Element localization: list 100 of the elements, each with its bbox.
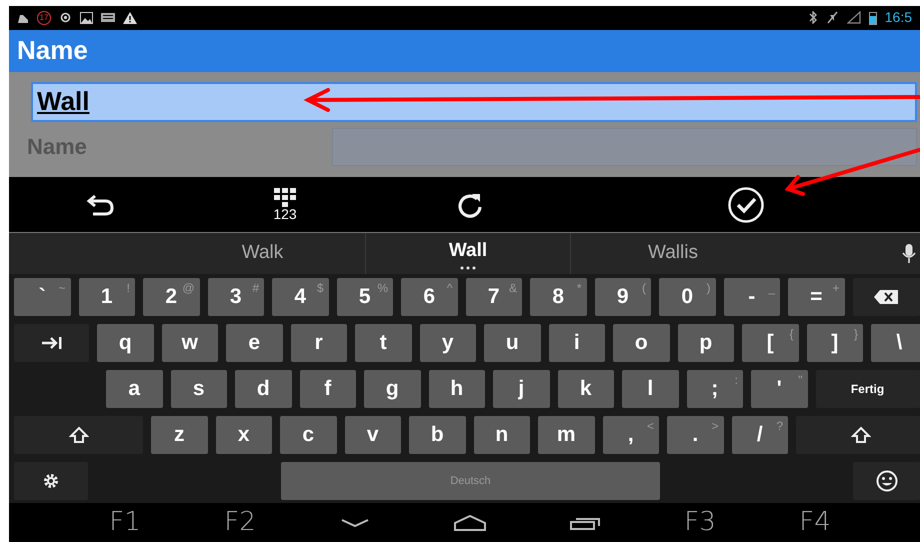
key-hint: (: [642, 280, 646, 298]
key-hint: *: [576, 280, 582, 298]
key[interactable]: , <: [602, 416, 659, 454]
key[interactable]: 9 (: [594, 278, 651, 316]
key[interactable]: r: [290, 324, 347, 362]
key[interactable]: h: [428, 370, 485, 408]
more-dots-icon[interactable]: [459, 266, 477, 270]
emoji-key[interactable]: [853, 462, 920, 500]
key-hint: %: [377, 280, 388, 298]
key[interactable]: z: [151, 416, 208, 454]
key[interactable]: p: [678, 324, 734, 362]
key-hint: >: [711, 418, 718, 436]
signal-icon: [846, 11, 861, 24]
backspace-icon: [873, 289, 899, 306]
suggestion-item[interactable]: Wallis: [648, 239, 698, 268]
key[interactable]: \: [871, 324, 920, 362]
key[interactable]: 2 @: [143, 278, 200, 316]
key-hint: _: [768, 280, 775, 298]
key[interactable]: 1 !: [78, 278, 135, 316]
function-key[interactable]: F4: [785, 503, 845, 542]
clock-time: 16:5: [884, 8, 912, 28]
key-hint: +: [832, 280, 840, 298]
key[interactable]: 3 #: [208, 278, 264, 316]
key[interactable]: d: [235, 370, 292, 408]
key-hint: <: [646, 418, 654, 436]
key[interactable]: m: [538, 416, 594, 454]
undo-icon[interactable]: [85, 192, 115, 217]
key[interactable]: y: [420, 324, 476, 362]
key[interactable]: k: [558, 370, 614, 408]
key[interactable]: . >: [667, 416, 724, 454]
recents-icon[interactable]: [570, 516, 600, 530]
key[interactable]: ] }: [806, 324, 863, 362]
key-hint: @: [182, 280, 194, 298]
key-hint: &: [508, 280, 517, 298]
shift-key[interactable]: [796, 416, 920, 454]
key-hint: #: [252, 280, 259, 298]
screen-title: Name: [17, 34, 88, 68]
key[interactable]: e: [226, 324, 282, 362]
key[interactable]: ; :: [686, 370, 743, 408]
key[interactable]: 0 ): [659, 278, 716, 316]
key[interactable]: 6 ^: [401, 278, 458, 316]
numpad-button[interactable]: 123: [255, 180, 315, 230]
key[interactable]: t: [355, 324, 412, 362]
input-field[interactable]: [332, 128, 917, 166]
done-key[interactable]: Fertig: [816, 370, 920, 408]
check-icon[interactable]: [727, 186, 765, 224]
key-hint: {: [789, 326, 794, 344]
key[interactable]: u: [484, 324, 540, 362]
key-hint: ?: [776, 418, 783, 436]
key-hint: ~: [58, 280, 66, 298]
suggestion-item[interactable]: Walk: [242, 239, 284, 268]
key[interactable]: ' ": [751, 370, 808, 408]
key[interactable]: v: [344, 416, 401, 454]
key[interactable]: g: [364, 370, 420, 408]
suggestion-item[interactable]: Wall: [448, 237, 488, 266]
gear-icon: [42, 472, 60, 490]
key[interactable]: x: [216, 416, 272, 454]
key[interactable]: ` ~: [14, 278, 70, 316]
key-hint: }: [854, 326, 858, 344]
key[interactable]: 8 *: [530, 278, 586, 316]
bluetooth-icon: [808, 11, 818, 24]
key[interactable]: w: [162, 324, 218, 362]
settings-key[interactable]: [14, 462, 88, 500]
key[interactable]: [ {: [742, 324, 798, 362]
key[interactable]: l: [622, 370, 678, 408]
key[interactable]: f: [300, 370, 356, 408]
key[interactable]: / ?: [732, 416, 788, 454]
function-key[interactable]: F2: [210, 503, 270, 542]
shift-icon: [68, 426, 88, 444]
shift-icon: [850, 426, 870, 444]
key-hint: ": [798, 372, 802, 390]
warning-icon: [123, 12, 137, 24]
key[interactable]: b: [409, 416, 466, 454]
tab-key[interactable]: [14, 324, 89, 362]
keyboard-icon: [101, 13, 115, 22]
key[interactable]: i: [548, 324, 605, 362]
keypad-icon: [274, 188, 296, 208]
notification-badge: 17: [37, 10, 51, 25]
key[interactable]: 5 %: [336, 278, 393, 316]
backspace-key[interactable]: [852, 278, 920, 316]
key[interactable]: 4 $: [272, 278, 328, 316]
key-hint: :: [734, 372, 738, 390]
input-field[interactable]: Wall: [31, 82, 917, 122]
smiley-icon: [876, 470, 898, 492]
home-icon[interactable]: [454, 514, 486, 531]
back-icon[interactable]: [341, 518, 369, 528]
key[interactable]: c: [280, 416, 336, 454]
function-key[interactable]: F1: [95, 503, 155, 542]
key[interactable]: a: [106, 370, 162, 408]
microphone-icon[interactable]: [902, 242, 916, 265]
key[interactable]: - _: [724, 278, 780, 316]
key[interactable]: q: [97, 324, 154, 362]
key[interactable]: = +: [788, 278, 844, 316]
key[interactable]: s: [170, 370, 227, 408]
key[interactable]: n: [474, 416, 530, 454]
key[interactable]: j: [493, 370, 550, 408]
key-hint: $: [316, 280, 324, 298]
key[interactable]: o: [613, 324, 670, 362]
function-key[interactable]: F3: [670, 503, 730, 542]
key[interactable]: 7 &: [466, 278, 522, 316]
